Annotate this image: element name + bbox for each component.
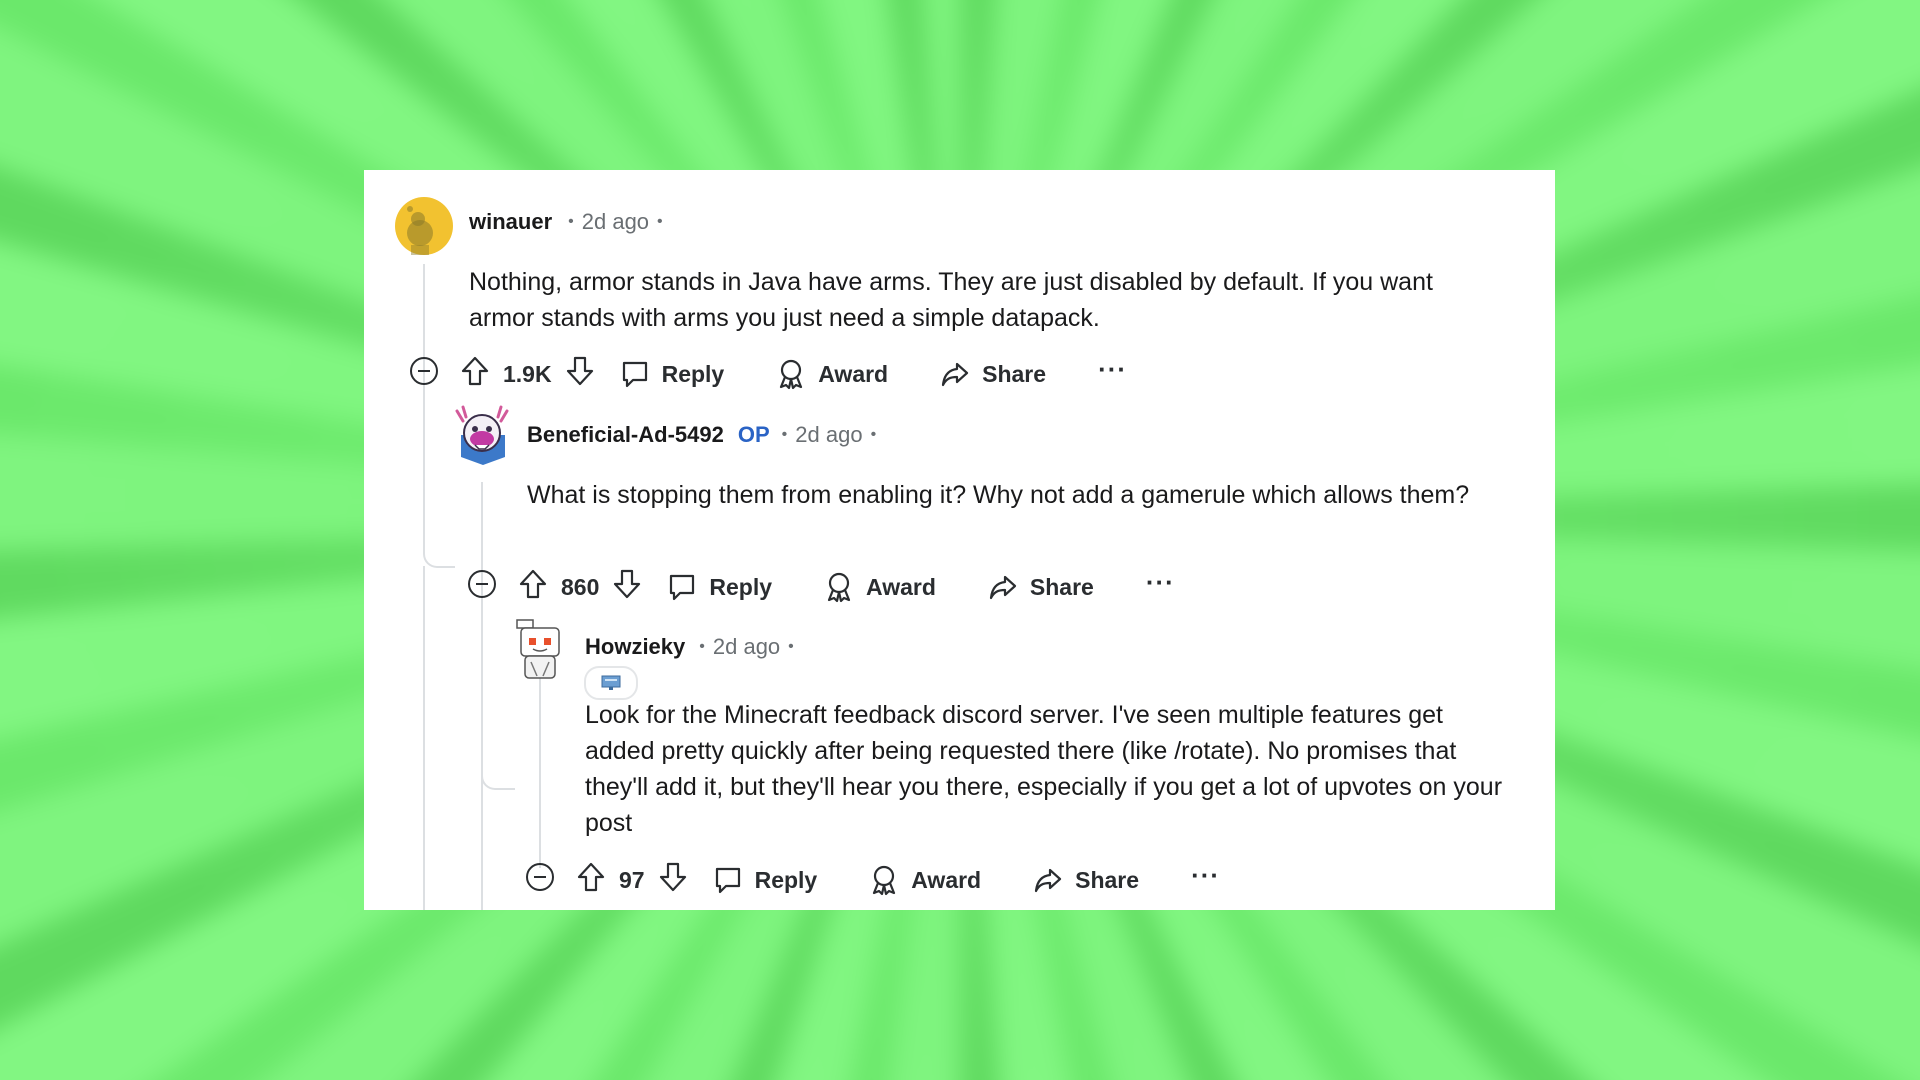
comment-bubble-icon — [670, 574, 695, 601]
user-avatar-winauer[interactable] — [395, 197, 453, 255]
share-button[interactable]: Share — [940, 360, 1046, 388]
downvote-icon[interactable] — [659, 862, 687, 898]
reply-button[interactable]: Reply — [667, 572, 772, 602]
award-button[interactable]: Award — [824, 571, 936, 603]
separator-dot: • — [699, 638, 705, 655]
comment-actions: 860 Reply Award Share ··· — [467, 567, 1175, 607]
upvote-icon[interactable] — [461, 356, 489, 392]
share-arrow-icon — [1035, 868, 1062, 893]
award-button[interactable]: Award — [776, 358, 888, 390]
separator-dot: • — [657, 213, 663, 230]
snoo-avatar-icon — [395, 197, 453, 255]
comment-bubble-icon — [622, 361, 647, 388]
separator-dot: • — [568, 213, 574, 230]
axolotl-avatar-icon — [455, 405, 509, 465]
share-button[interactable]: Share — [988, 573, 1094, 601]
comment-header: winauer • 2d ago • — [469, 209, 671, 235]
collapse-icon[interactable] — [409, 356, 439, 392]
award-label: Award — [818, 360, 889, 387]
collapse-icon[interactable] — [467, 569, 497, 605]
collapse-icon[interactable] — [525, 862, 555, 898]
username[interactable]: Howzieky — [585, 634, 685, 660]
more-options-icon[interactable]: ··· — [1191, 862, 1220, 890]
thread-connector-level-3 — [481, 738, 515, 790]
vote-count: 97 — [619, 866, 645, 893]
award-ribbon-icon — [780, 359, 803, 390]
share-arrow-icon — [989, 575, 1017, 600]
share-label: Share — [1029, 573, 1094, 600]
separator-dot: • — [788, 638, 794, 655]
share-button[interactable]: Share — [1033, 866, 1139, 894]
user-avatar-howzieky[interactable] — [511, 618, 569, 679]
award-ribbon-icon — [827, 572, 851, 603]
comment-body: What is stopping them from enabling it? … — [527, 481, 1470, 509]
timestamp[interactable]: 2d ago — [582, 209, 649, 235]
reply-label: Reply — [754, 866, 818, 893]
reply-button[interactable]: Reply — [713, 865, 818, 895]
vote-count: 860 — [561, 573, 600, 600]
user-flair — [584, 666, 638, 700]
thread-connector-level-2 — [423, 524, 455, 568]
more-options-icon[interactable]: ··· — [1146, 569, 1175, 597]
thread-line-level-3[interactable] — [539, 678, 541, 868]
comment-header: Howzieky • 2d ago • — [585, 634, 802, 660]
more-options-icon[interactable]: ··· — [1098, 356, 1127, 384]
comment-thread-card: winauer • 2d ago • Nothing, armor stands… — [364, 170, 1555, 910]
comment-actions: 97 Reply Award Share ··· — [525, 860, 1220, 900]
upvote-icon[interactable] — [519, 569, 547, 605]
award-label: Award — [866, 573, 936, 600]
username[interactable]: Beneficial-Ad-5492 — [527, 422, 724, 448]
reply-label: Reply — [661, 360, 725, 387]
downvote-icon[interactable] — [613, 569, 641, 605]
share-label: Share — [1075, 866, 1140, 893]
user-avatar-beneficial-ad-5492[interactable] — [453, 405, 511, 465]
comment-body: Nothing, armor stands in Java have arms.… — [469, 268, 1433, 332]
thread-line-level-2-continued[interactable] — [481, 772, 483, 910]
username[interactable]: winauer — [469, 209, 552, 235]
share-arrow-icon — [942, 362, 969, 387]
separator-dot: • — [870, 426, 877, 443]
thread-line-level-1-continued[interactable] — [423, 566, 425, 910]
award-button[interactable]: Award — [869, 864, 981, 896]
award-label: Award — [911, 866, 982, 893]
comment-header: Beneficial-Ad-5492 OP • 2d ago • — [527, 422, 884, 448]
reply-button[interactable]: Reply — [620, 359, 725, 389]
timestamp[interactable]: 2d ago — [713, 634, 780, 660]
thread-line-level-1[interactable] — [423, 264, 425, 542]
op-badge: OP — [737, 422, 770, 447]
robot-avatar-icon — [516, 619, 560, 679]
separator-dot: • — [781, 426, 788, 443]
award-ribbon-icon — [873, 865, 896, 896]
comment-actions: 1.9K Reply Award Share ··· — [409, 354, 1127, 394]
vote-count: 1.9K — [503, 360, 552, 387]
comment-bubble-icon — [715, 867, 740, 894]
monitor-flair-icon — [601, 675, 621, 690]
timestamp[interactable]: 2d ago — [795, 422, 862, 448]
reply-label: Reply — [709, 573, 773, 600]
upvote-icon[interactable] — [577, 862, 605, 898]
share-label: Share — [982, 360, 1047, 387]
thread-line-level-2[interactable] — [481, 482, 483, 748]
comment-body: Look for the Minecraft feedback discord … — [585, 701, 1503, 837]
downvote-icon[interactable] — [566, 356, 594, 392]
